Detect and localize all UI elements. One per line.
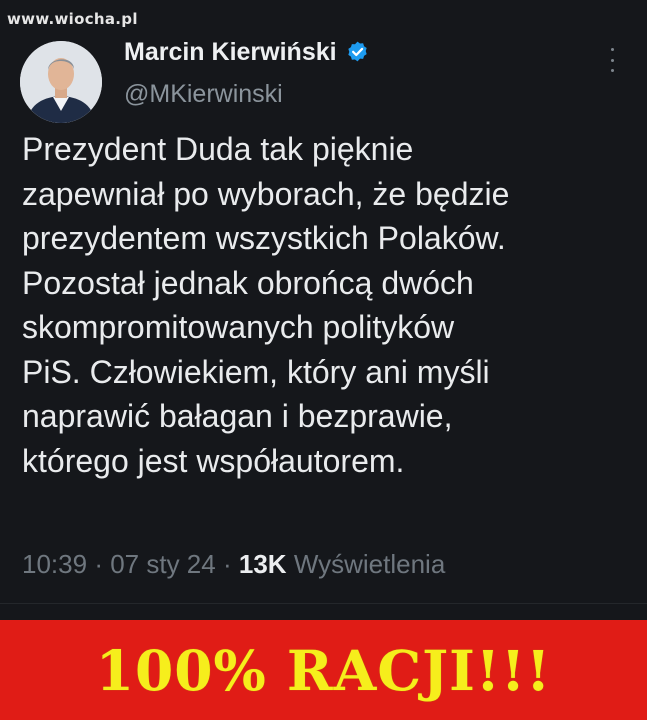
- tweet-text-line: skompromitowanych polityków: [22, 309, 455, 345]
- caption-banner: 100% RACJI!!!: [0, 620, 647, 720]
- more-options-icon[interactable]: [606, 48, 618, 72]
- tweet-meta: 10:39 · 07 sty 24 · 13K Wyświetlenia: [22, 549, 445, 580]
- tweet-text-line: zapewniał po wyborach, że będzie: [22, 175, 510, 212]
- views-count: 13K: [238, 549, 287, 579]
- author-handle[interactable]: @MKierwinski: [124, 80, 283, 109]
- banner-text: 100% RACJI!!!: [95, 637, 552, 703]
- avatar[interactable]: [20, 41, 102, 123]
- avatar-image: [20, 41, 102, 123]
- tweet-text-line: PiS. Człowiekiem, który ani myśli: [22, 353, 490, 390]
- watermark: www.wiocha.pl: [7, 10, 138, 28]
- tweet-text-line: naprawić bałagan i bezprawie,: [22, 398, 453, 434]
- meta-separator: ·: [222, 549, 232, 579]
- divider: [0, 603, 647, 604]
- author-name-row: Marcin Kierwiński: [124, 38, 370, 67]
- meta-separator: ·: [94, 549, 103, 579]
- tweet-text-line: prezydentem wszystkich Polaków.: [22, 220, 506, 256]
- tweet-card: www.wiocha.pl Marcin Kierwiński @MKierwi…: [0, 0, 647, 622]
- tweet-text-line: którego jest współautorem.: [22, 442, 405, 479]
- author-display-name[interactable]: Marcin Kierwiński: [124, 38, 337, 67]
- tweet-text: Prezydent Duda tak pięknie zapewniał po …: [22, 127, 637, 483]
- tweet-time[interactable]: 10:39: [22, 549, 87, 579]
- views-label: Wyświetlenia: [293, 549, 446, 579]
- tweet-date[interactable]: 07 sty 24: [110, 549, 216, 579]
- verified-badge-icon: [345, 40, 370, 65]
- tweet-text-line: Prezydent Duda tak pięknie: [22, 131, 414, 167]
- tweet-text-line: Pozostał jednak obrońcą dwóch: [22, 264, 474, 301]
